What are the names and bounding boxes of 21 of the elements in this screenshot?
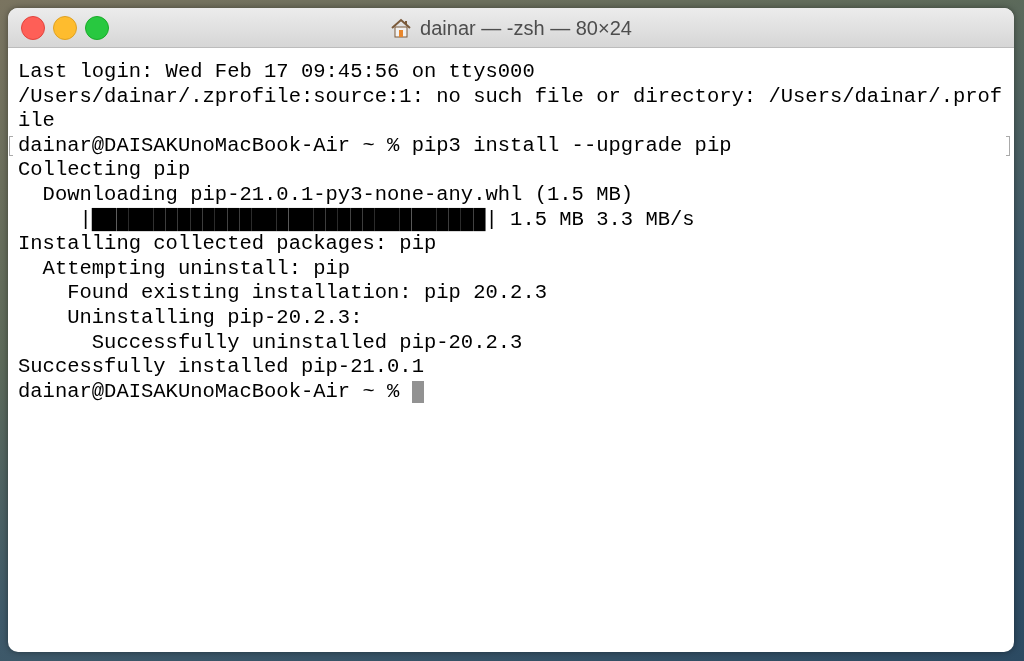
window-title: dainar — -zsh — 80×24	[420, 15, 632, 41]
terminal-line: Found existing installation: pip 20.2.3	[66, 281, 547, 306]
text-cursor	[411, 381, 424, 403]
mark-bracket	[1006, 135, 1010, 156]
terminal-line: Attempting uninstall: pip	[41, 256, 351, 282]
terminal-line: /Users/dainar/.zprofile:source:1: no such file or directory: /Users/dainar/.prof	[18, 84, 1003, 110]
terminal-line: |████████████████████████████████| 1.5 MB 3.3 MB/s	[78, 207, 695, 233]
terminal-line: Downloading pip-21.0.1-py3-none-any.whl (1.5 MB)	[41, 182, 634, 208]
close-button[interactable]	[21, 16, 45, 40]
minimize-button[interactable]	[53, 16, 77, 40]
terminal-line: Uninstalling pip-20.2.3:	[66, 305, 363, 331]
terminal-line: dainar@DAISAKUnoMacBook-Air ~ %	[18, 379, 401, 405]
terminal-line: Installing collected packages: pip	[18, 232, 437, 257]
terminal-line: Successfully installed pip-21.0.1	[18, 355, 424, 380]
maximize-button[interactable]	[85, 16, 109, 40]
house-icon	[390, 16, 413, 39]
terminal-line: ile	[18, 109, 55, 134]
terminal-line: Collecting pip	[18, 158, 191, 183]
terminal-line: dainar@DAISAKUnoMacBook-Air ~ % pip3 install --upgrade pip	[18, 133, 732, 159]
terminal-line: Successfully uninstalled pip-20.2.3	[90, 330, 523, 356]
terminal-line: Last login: Wed Feb 17 09:45:56 on ttys000	[18, 60, 535, 85]
